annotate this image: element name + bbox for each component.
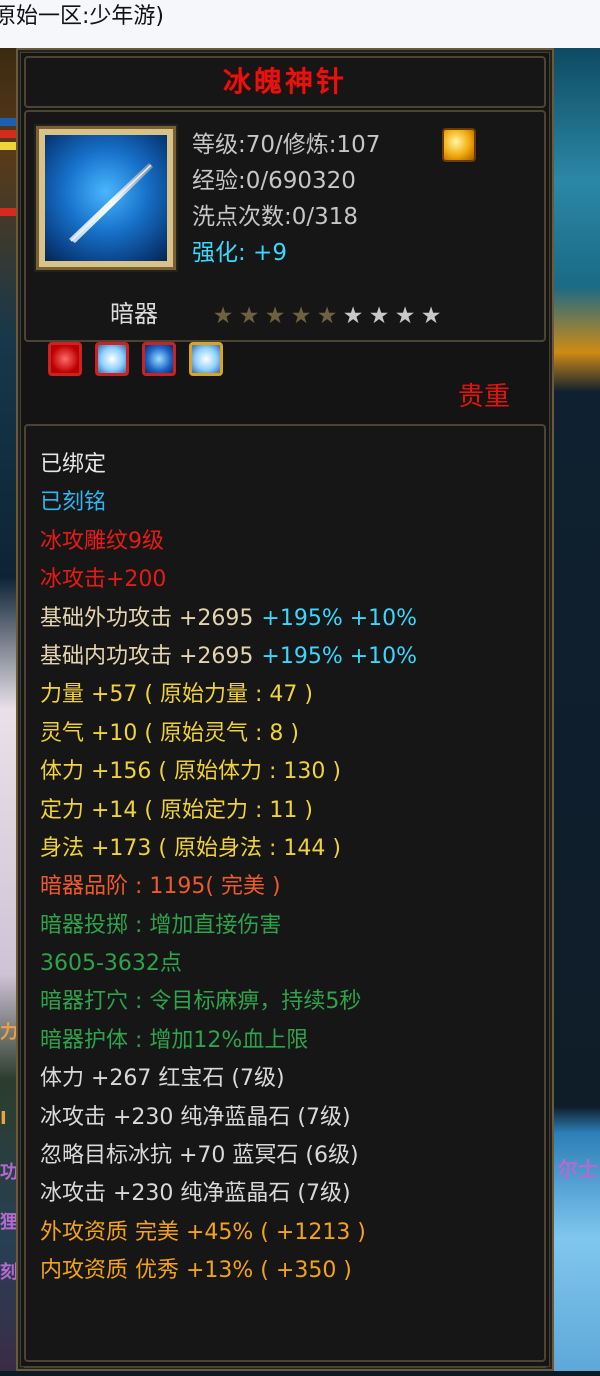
stat-text: 暗器护体 : 增加12%血上限 <box>40 1027 309 1053</box>
stat-line: 体力 +156 ( 原始体力 : 130 ) <box>40 753 417 791</box>
ice-gem-gold-icon <box>189 342 224 376</box>
stat-line: 已刻铭 <box>40 484 417 522</box>
star-empty-icon: ★ <box>342 303 364 329</box>
red-gem-icon <box>48 342 82 376</box>
stat-text: 身法 +173 ( 原始身法 : 144 ) <box>40 835 341 861</box>
gem-socket-row <box>48 342 231 378</box>
stat-text: 已刻铭 <box>40 490 107 516</box>
stat-line: 暗器投掷 : 增加直接伤害 <box>40 907 417 945</box>
star-empty-icon: ★ <box>420 303 442 329</box>
stat-text: 外攻资质 完美 +45% ( +1213 ) <box>40 1219 366 1245</box>
star-filled-icon: ★ <box>212 303 234 329</box>
stat-text: 冰攻击+200 <box>40 567 167 593</box>
stat-text: 暗器打穴 : 令目标麻痹，持续5秒 <box>40 989 362 1015</box>
stat-line: 冰攻雕纹9级 <box>40 523 417 561</box>
item-wash-line: 洗点次数:0/318 <box>192 204 359 230</box>
stat-text: 暗器品阶 : 1195( 完美 ) <box>40 874 281 900</box>
bg-text-fragment: 尔士 <box>558 1157 598 1181</box>
stat-line: 内攻资质 优秀 +13% ( +350 ) <box>40 1252 417 1290</box>
stat-text: 忽略目标冰抗 +70 蓝冥石 (6级) <box>40 1143 359 1169</box>
page-breadcrumb-bar: 原始一区:少年游) <box>0 0 600 48</box>
bg-stripe <box>0 208 16 216</box>
item-icon-frame <box>36 126 176 270</box>
item-stats-list: 已绑定已刻铭冰攻雕纹9级 冰攻击+200 基础外功攻击 +2695 +195% +10… <box>40 446 417 1291</box>
needle-icon <box>69 163 153 243</box>
star-filled-icon: ★ <box>316 303 338 329</box>
item-type-label: 暗器 <box>110 300 158 328</box>
stat-line: 灵气 +10 ( 原始灵气 : 8 ) <box>40 715 417 753</box>
item-stats-box: 已绑定已刻铭冰攻雕纹9级 冰攻击+200 基础外功攻击 +2695 +195% +10… <box>24 424 546 1362</box>
stat-line: 忽略目标冰抗 +70 蓝冥石 (6级) <box>40 1137 417 1175</box>
star-empty-icon: ★ <box>368 303 390 329</box>
stat-line: 暗器护体 : 增加12%血上限 <box>40 1022 417 1060</box>
stat-text: 暗器投掷 : 增加直接伤害 <box>40 912 282 938</box>
item-title-box: 冰魄神针 <box>24 56 546 108</box>
stat-text: 冰攻击 +230 纯净蓝晶石 (7级) <box>40 1104 351 1130</box>
stat-line: 力量 +57 ( 原始力量 : 47 ) <box>40 676 417 714</box>
item-exp-line: 经验:0/690320 <box>192 168 356 194</box>
stat-text: 基础内功攻击 +2695 <box>40 643 254 669</box>
stat-line: 冰攻击 +230 纯净蓝晶石 (7级) <box>40 1175 417 1213</box>
stat-line: 暗器品阶 : 1195( 完美 ) <box>40 868 417 906</box>
stat-text: 基础外功攻击 +2695 <box>40 605 254 631</box>
stat-text: 已绑定 <box>40 452 107 477</box>
bg-stripe <box>0 118 16 126</box>
needle-weapon-icon <box>45 135 167 261</box>
stat-line: 暗器打穴 : 令目标麻痹，持续5秒 <box>40 983 417 1021</box>
breadcrumb-text: 原始一区:少年游) <box>0 4 164 29</box>
star-filled-icon: ★ <box>264 303 286 329</box>
bg-stripe <box>0 130 16 138</box>
stat-line: 3605-3632点 <box>40 945 417 983</box>
item-rarity: 贵重 <box>458 382 511 412</box>
stat-line: 身法 +173 ( 原始身法 : 144 ) <box>40 830 417 868</box>
stat-text: 灵气 +10 ( 原始灵气 : 8 ) <box>40 720 299 746</box>
stat-text: 冰攻雕纹9级 <box>40 528 164 554</box>
stat-text: 力量 +57 ( 原始力量 : 47 ) <box>40 682 313 708</box>
stat-line: 已绑定 <box>40 446 417 484</box>
stat-line: 基础内功攻击 +2695 +195% +10% <box>40 638 417 676</box>
stat-line: 冰攻击+200 <box>40 561 417 599</box>
star-rating: ★ ★ ★ ★ ★ ★ ★ ★ ★ <box>210 304 444 328</box>
stat-text: 冰攻击 +230 纯净蓝晶石 (7级) <box>40 1181 351 1207</box>
bg-text-fragment: I <box>0 1108 7 1129</box>
panel-bottom-edge <box>24 1366 546 1376</box>
ice-gem-icon <box>95 342 130 376</box>
star-empty-icon: ★ <box>394 303 416 329</box>
bg-stripe <box>0 142 16 150</box>
background-scene-right: 尔士 <box>552 48 600 1371</box>
stat-bonus: +195% +10% <box>261 643 418 669</box>
star-filled-icon: ★ <box>238 303 260 329</box>
stat-text: 体力 +267 红宝石 (7级) <box>40 1066 285 1092</box>
stat-line: 外攻资质 完美 +45% ( +1213 ) <box>40 1214 417 1252</box>
item-tooltip-panel: 冰魄神针 等级:70/修炼:107 经验:0/690320 洗点次数:0/318… <box>16 48 554 1371</box>
stat-text: 3605-3632点 <box>40 951 182 977</box>
blue-gem-icon <box>142 342 177 376</box>
stat-text: 内攻资质 优秀 +13% ( +350 ) <box>40 1258 352 1284</box>
stat-line: 冰攻击 +230 纯净蓝晶石 (7级) <box>40 1099 417 1137</box>
item-enhance-line: 强化: +9 <box>192 240 287 266</box>
stat-line: 体力 +267 红宝石 (7级) <box>40 1060 417 1098</box>
star-filled-icon: ★ <box>290 303 312 329</box>
stat-line: 定力 +14 ( 原始定力 : 11 ) <box>40 792 417 830</box>
item-level-line: 等级:70/修炼:107 <box>192 132 381 158</box>
item-name: 冰魄神针 <box>222 65 347 98</box>
stat-text: 定力 +14 ( 原始定力 : 11 ) <box>40 797 313 823</box>
stat-line: 基础外功攻击 +2695 +195% +10% <box>40 600 417 638</box>
stat-text: 体力 +156 ( 原始体力 : 130 ) <box>40 759 341 785</box>
flame-badge-icon <box>442 128 476 162</box>
stat-bonus: +195% +10% <box>261 605 418 631</box>
